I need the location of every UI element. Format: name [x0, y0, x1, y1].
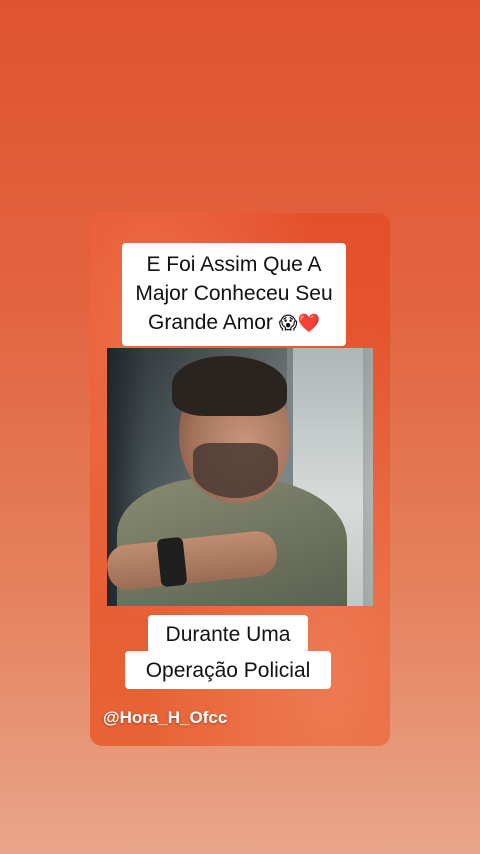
screaming-face-emoji-icon: 😱 [278, 313, 298, 334]
person-hair [172, 356, 287, 416]
caption-top: E Foi Assim Que A Major Conheceu Seu Gra… [122, 243, 346, 346]
wristband [156, 536, 188, 588]
caption-bottom-line-2: Operação Policial [125, 651, 331, 689]
caption-top-line-3-text: Grande Amor [148, 311, 279, 334]
caption-top-line-2: Major Conheceu Seu [135, 282, 333, 305]
caption-top-line-1: E Foi Assim Que A [146, 253, 322, 276]
red-heart-emoji-icon: ❤️ [297, 313, 320, 334]
caption-bottom-line-1: Durante Uma [148, 615, 308, 653]
watermark-handle: @Hora_H_Ofcc [103, 708, 228, 727]
person-beard [193, 443, 278, 498]
video-frame[interactable] [107, 348, 373, 606]
caption-top-line-3: Grande Amor 😱❤️ [130, 308, 338, 338]
